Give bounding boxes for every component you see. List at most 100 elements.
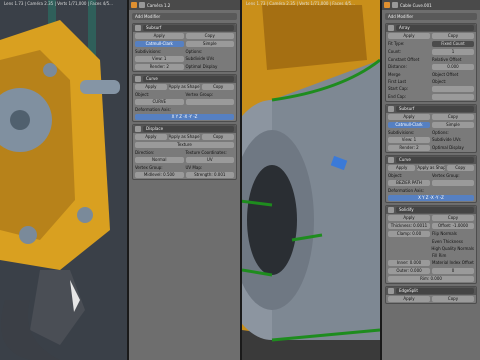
first-last-checkbox[interactable]: First Last [388,79,430,84]
copy-button[interactable]: Copy [432,114,474,120]
curve-object-field[interactable]: CURVE [135,99,184,105]
optimal-display-checkbox[interactable]: Optimal Display [432,145,474,151]
apply-button[interactable]: Apply [135,134,167,140]
relative-offset-checkbox[interactable]: Relative Offset [432,57,474,62]
object-name: Caméra 1.2 [147,2,171,8]
copy-button[interactable]: Copy [432,296,474,302]
copy-button[interactable]: Copy [432,33,474,39]
copy-button[interactable]: Copy [446,165,474,171]
offset-field[interactable]: Offset: -1.0000 [432,223,474,229]
object-name: Cable Cuve.001 [400,2,432,8]
collapse-icon[interactable] [135,76,141,82]
add-modifier-button[interactable]: Add Modifier [385,13,477,20]
apply-shape-button[interactable]: Apply as Shape Key [168,84,201,90]
right-3d-viewport[interactable]: Lens 1.73 | Caméra 2.35 | Verts 1/71,000… [242,0,380,360]
left-3d-viewport[interactable]: Lens 1.73 | Caméra 2.35 | Verts 1/71,000… [0,0,127,360]
merge-checkbox[interactable]: Merge [388,72,430,77]
count-field[interactable]: 1 [432,49,474,55]
collapse-icon[interactable] [388,25,394,31]
collapse-icon[interactable] [135,126,141,132]
simple-option[interactable]: Simple [432,122,474,128]
vertex-group-field[interactable] [432,180,474,186]
apply-button[interactable]: Apply [388,215,430,221]
collapse-icon[interactable] [135,25,141,31]
distance-field[interactable]: 0.000 [432,64,474,70]
collapse-icon[interactable] [388,106,394,112]
apply-button[interactable]: Apply [388,114,430,120]
apply-button[interactable]: Apply [388,296,430,302]
modifier-curve: Curve ApplyApply as Shape KeyCopy Object… [385,155,477,203]
copy-button[interactable]: Copy [202,134,235,140]
apply-shape-button[interactable]: Apply as Shape Key [417,165,445,171]
optimal-display-checkbox[interactable]: Optimal Display [186,64,235,70]
object-icon[interactable] [392,2,398,8]
apply-button[interactable]: Apply [135,84,167,90]
copy-button[interactable]: Copy [432,215,474,221]
modifier-name[interactable]: Subsurf [143,25,234,31]
vertex-group-field[interactable] [185,99,234,105]
deformation-axis-selector[interactable]: X Y Z -X -Y -Z [388,195,474,201]
collapse-icon[interactable] [388,207,394,213]
outer-field[interactable]: Outer: 0.000 [388,268,430,274]
object-icon[interactable] [139,2,145,8]
object-offset-checkbox[interactable]: Object Offset [432,72,474,77]
catmull-clark-option[interactable]: Catmull-Clark [388,122,430,128]
copy-button[interactable]: Copy [185,33,234,39]
wrench-icon[interactable] [384,2,390,8]
thickness-field[interactable]: Thickness: 0.0011 [388,223,430,229]
right-viewport-scene [242,0,380,360]
view-levels-field[interactable]: View: 1 [135,56,184,62]
fill-rim-checkbox[interactable]: Fill Rim [432,253,474,258]
left-properties-panel: Caméra 1.2 Add Modifier Subsurf Apply Cop… [129,0,240,360]
strength-field[interactable]: Strength: 0.001 [185,172,234,178]
modifier-name[interactable]: EdgeSplit [396,288,474,294]
modifier-name[interactable]: Curve [143,76,234,82]
collapse-icon[interactable] [388,288,394,294]
add-modifier-button[interactable]: Add Modifier [132,13,237,20]
clamp-field[interactable]: Clamp: 0.00 [388,231,430,237]
texture-coords-dropdown[interactable]: UV [185,157,234,163]
modifier-curve: Curve ApplyApply as Shape KeyCopy Object… [132,74,237,122]
modifier-name[interactable]: Solidify [396,207,474,213]
render-levels-field[interactable]: Render: 2 [388,145,430,151]
modifier-name[interactable]: Curve [396,157,474,163]
apply-button[interactable]: Apply [388,33,430,39]
midlevel-field[interactable]: Midlevel: 0.500 [135,172,184,178]
start-cap-field[interactable] [432,86,474,92]
modifier-displace: Displace ApplyApply as Shape KeyCopy Tex… [132,124,237,180]
copy-button[interactable]: Copy [202,84,235,90]
high-quality-normals-checkbox[interactable]: High Quality Normals [431,246,474,251]
simple-option[interactable]: Simple [185,41,234,47]
subdivide-uvs-checkbox[interactable]: Subdivide UVs [186,56,235,62]
collapse-icon[interactable] [388,157,394,163]
deformation-axis-selector[interactable]: X Y Z -X -Y -Z [135,114,234,120]
right-properties-panel: Cable Cuve.001 Add Modifier Array Apply C… [382,0,480,360]
subdivide-uvs-checkbox[interactable]: Subdivide UVs [432,137,474,143]
direction-dropdown[interactable]: Normal [135,157,184,163]
modifier-name[interactable]: Subsurf [396,106,474,112]
modifier-name[interactable]: Array [396,25,474,31]
modifier-solidify: Solidify Apply Copy Thickness: 0.0011 Offs… [385,205,477,284]
apply-shape-button[interactable]: Apply as Shape Key [168,134,201,140]
modifier-array: Array Apply Copy Fit Type: Fixed Count Cou… [385,23,477,102]
modifier-name[interactable]: Displace [143,126,234,132]
fit-type-dropdown[interactable]: Fixed Count [432,41,474,47]
texture-field[interactable]: Texture [135,142,234,148]
flip-normals-checkbox[interactable]: Flip Normals [432,231,474,237]
catmull-clark-option[interactable]: Catmull-Clark [135,41,184,47]
apply-button[interactable]: Apply [135,33,184,39]
wrench-icon[interactable] [131,2,137,8]
view-levels-field[interactable]: View: 1 [388,137,430,143]
render-levels-field[interactable]: Render: 2 [135,64,184,70]
material-offset-field[interactable]: 0 [432,268,474,274]
even-thickness-checkbox[interactable]: Even Thickness [432,239,474,244]
curve-object-field[interactable]: BEZIER PATH [388,180,430,186]
constant-offset-checkbox[interactable]: Constant Offset [388,57,430,62]
rim-field[interactable]: Rim: 0.000 [388,276,474,282]
properties-header: Caméra 1.2 [129,0,240,10]
apply-button[interactable]: Apply [388,165,416,171]
properties-header: Cable Cuve.001 [382,0,480,10]
end-cap-field[interactable] [432,94,474,100]
modifier-edgesplit: EdgeSplit Apply Copy [385,286,477,304]
inner-field[interactable]: Inner: 0.000 [388,260,430,266]
